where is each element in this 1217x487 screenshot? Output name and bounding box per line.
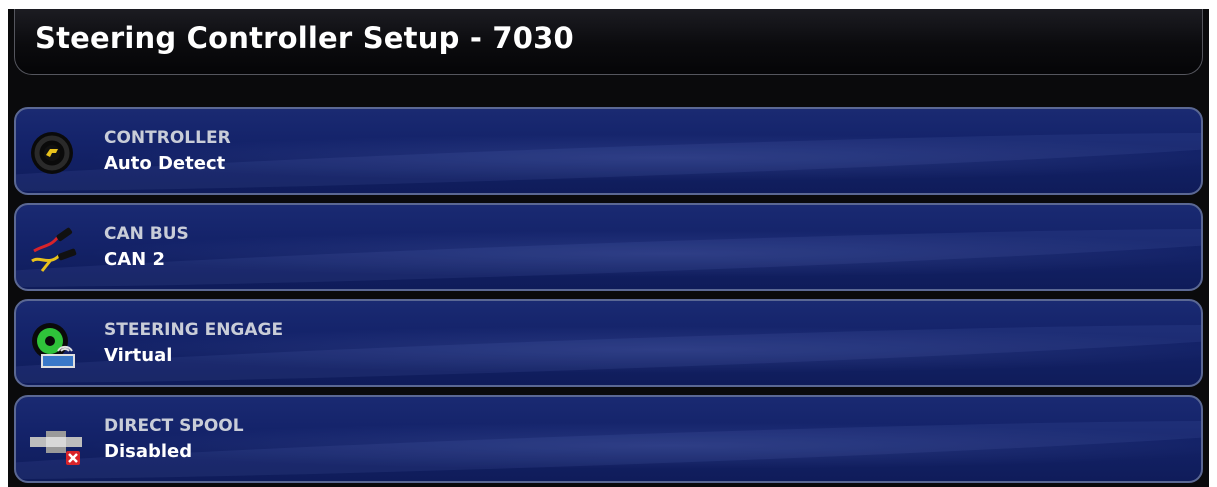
can-bus-value: CAN 2 — [104, 249, 165, 270]
direct-spool-value: Disabled — [104, 441, 193, 462]
controller-setting-row[interactable]: CONTROLLER Auto Detect — [14, 107, 1203, 195]
page-title: Steering Controller Setup - 7030 — [35, 21, 574, 55]
can-bus-setting-row[interactable]: CAN BUS CAN 2 — [14, 203, 1203, 291]
virtual-engage-icon — [28, 317, 84, 373]
steering-wheel-icon — [28, 125, 84, 181]
direct-spool-label: DIRECT SPOOL — [104, 416, 244, 436]
steering-controller-setup-screen: Steering Controller Setup - 7030 CONTROL… — [8, 9, 1209, 487]
spool-disabled-icon — [28, 413, 84, 469]
controller-label: CONTROLLER — [104, 128, 231, 148]
steering-engage-value: Virtual — [104, 345, 173, 366]
steering-engage-label: STEERING ENGAGE — [104, 320, 284, 340]
steering-engage-setting-row[interactable]: STEERING ENGAGE Virtual — [14, 299, 1203, 387]
direct-spool-setting-row[interactable]: DIRECT SPOOL Disabled — [14, 395, 1203, 483]
cable-connector-icon — [28, 221, 84, 277]
title-bar: Steering Controller Setup - 7030 — [14, 9, 1203, 75]
controller-value: Auto Detect — [104, 153, 226, 174]
can-bus-label: CAN BUS — [104, 224, 189, 244]
